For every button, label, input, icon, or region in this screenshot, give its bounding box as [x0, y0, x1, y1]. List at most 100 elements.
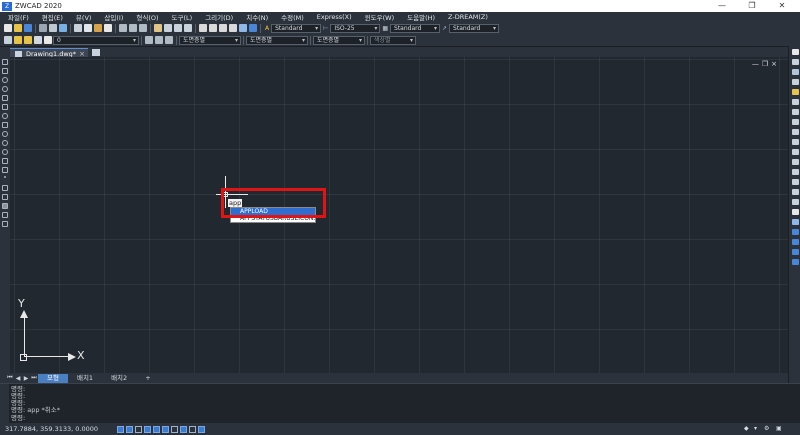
lineweight-dropdown[interactable]: 도면층별 — [313, 35, 365, 45]
pan-icon[interactable] — [154, 24, 162, 32]
make-block-icon[interactable] — [2, 167, 8, 173]
layer-color-icon[interactable] — [44, 36, 52, 44]
layer-freeze-icon[interactable] — [24, 36, 32, 44]
fillet-icon[interactable] — [792, 189, 799, 195]
menu-express[interactable]: Express(X) — [317, 13, 352, 21]
object-snap-tracking-icon[interactable] — [162, 425, 169, 433]
multileader-style-dropdown[interactable]: Standard — [449, 23, 500, 33]
snap-mode-icon[interactable] — [117, 425, 124, 433]
clean-screen-icon[interactable]: ▣ — [776, 425, 782, 433]
command-prompt-input[interactable]: 명령: — [11, 414, 25, 422]
line-icon[interactable] — [2, 59, 8, 65]
last-layout-button[interactable]: ⏭ — [30, 374, 38, 382]
match-prop-icon[interactable] — [792, 219, 799, 225]
layer-on-icon[interactable] — [14, 36, 22, 44]
ray-icon[interactable] — [2, 68, 8, 74]
chamfer-icon[interactable] — [792, 179, 799, 185]
menu-file[interactable]: 파일(F) — [8, 12, 29, 22]
command-window[interactable]: 명령: 명령: 명령: 명령: app *취소* 명령: — [0, 383, 800, 424]
region-icon[interactable] — [2, 203, 8, 209]
open-folder-icon[interactable] — [14, 24, 22, 32]
print-icon[interactable] — [39, 24, 47, 32]
lineweight-toggle-icon[interactable] — [189, 425, 196, 433]
spline-icon[interactable] — [2, 140, 8, 146]
menu-insert[interactable]: 삽입(I) — [104, 12, 123, 22]
tool-palettes-icon[interactable] — [219, 24, 227, 32]
render-icon[interactable] — [792, 239, 799, 245]
trim-icon[interactable] — [792, 139, 799, 145]
plotstyle-dropdown[interactable]: 색상별 — [370, 35, 416, 45]
calculator-icon[interactable] — [239, 24, 247, 32]
offset-icon[interactable] — [792, 79, 799, 85]
layer-previous-icon[interactable] — [155, 36, 163, 44]
menu-modify[interactable]: 수정(M) — [281, 12, 304, 22]
join-icon[interactable] — [792, 169, 799, 175]
menu-edit[interactable]: 편집(E) — [42, 12, 63, 22]
polygon-icon[interactable] — [2, 122, 8, 128]
match-properties-icon[interactable] — [104, 24, 112, 32]
table-icon[interactable] — [2, 212, 8, 218]
cut-icon[interactable] — [74, 24, 82, 32]
workspace-icon[interactable]: ◆ — [744, 425, 749, 433]
ortho-mode-icon[interactable] — [135, 425, 142, 433]
dynamic-input-icon[interactable] — [180, 425, 187, 433]
properties-icon[interactable] — [199, 24, 207, 32]
array-icon[interactable] — [792, 89, 799, 95]
polyline-icon[interactable] — [2, 104, 8, 110]
ucs-icon[interactable] — [792, 259, 799, 265]
settings-gear-icon[interactable]: ⚙ — [764, 425, 769, 433]
hatch-icon[interactable] — [2, 185, 8, 191]
revision-cloud-icon[interactable] — [2, 131, 8, 137]
command-window-handle[interactable] — [0, 384, 9, 424]
ellipse-icon[interactable] — [2, 113, 8, 119]
layer-manager-icon[interactable] — [4, 36, 12, 44]
menu-tools[interactable]: 도구(L) — [172, 12, 193, 22]
add-layout-button[interactable]: + — [136, 374, 159, 383]
move-icon[interactable] — [792, 99, 799, 105]
copy-object-icon[interactable] — [792, 59, 799, 65]
menu-view[interactable]: 뷰(V) — [76, 12, 92, 22]
scale-icon[interactable] — [792, 119, 799, 125]
tab-layout1[interactable]: 배치1 — [68, 374, 102, 383]
pedit-icon[interactable] — [792, 209, 799, 215]
minimize-button[interactable]: — — [708, 0, 736, 12]
stretch-icon[interactable] — [792, 129, 799, 135]
mirror-icon[interactable] — [792, 69, 799, 75]
tab-layout2[interactable]: 배치2 — [102, 374, 136, 383]
insert-block-icon[interactable] — [2, 158, 8, 164]
prev-layout-button[interactable]: ◀ — [14, 375, 22, 382]
design-center-icon[interactable] — [209, 24, 217, 32]
dim-style-dropdown[interactable]: ISO-25 — [330, 23, 381, 33]
copy-icon[interactable] — [84, 24, 92, 32]
explode-icon[interactable] — [792, 199, 799, 205]
menu-help[interactable]: 도움말(H) — [407, 12, 435, 22]
layer-states-icon[interactable] — [165, 36, 173, 44]
text-style-dropdown[interactable]: Standard — [271, 23, 322, 33]
object-snap-icon[interactable] — [153, 425, 160, 433]
color-dropdown[interactable]: 도면층별 — [179, 35, 241, 45]
tab-model[interactable]: 모형 — [38, 373, 68, 383]
rotate-icon[interactable] — [792, 109, 799, 115]
point-icon[interactable] — [4, 176, 6, 178]
undo-icon[interactable] — [119, 24, 127, 32]
polar-tracking-icon[interactable] — [144, 425, 151, 433]
zoom-realtime-icon[interactable] — [164, 24, 172, 32]
layer-dropdown[interactable]: 0 — [53, 35, 139, 45]
first-layout-button[interactable]: ⏮ — [6, 374, 14, 382]
redo-icon[interactable] — [129, 24, 137, 32]
viewport-controls[interactable]: —❐× — [752, 60, 780, 68]
restore-button[interactable]: ❐ — [738, 0, 766, 12]
new-file-icon[interactable] — [4, 24, 12, 32]
layer-lock-icon[interactable] — [34, 36, 42, 44]
grid-display-icon[interactable] — [126, 425, 133, 433]
paste-icon[interactable] — [94, 24, 102, 32]
visual-style-icon[interactable] — [792, 249, 799, 255]
extend-icon[interactable] — [792, 149, 799, 155]
break-icon[interactable] — [792, 159, 799, 165]
gradient-icon[interactable] — [2, 194, 8, 200]
menu-window[interactable]: 윈도우(W) — [365, 12, 394, 22]
menu-draw[interactable]: 그리기(D) — [205, 12, 233, 22]
publish-icon[interactable] — [59, 24, 67, 32]
menu-dimension[interactable]: 치수(N) — [246, 12, 268, 22]
next-layout-button[interactable]: ▶ — [22, 375, 30, 382]
